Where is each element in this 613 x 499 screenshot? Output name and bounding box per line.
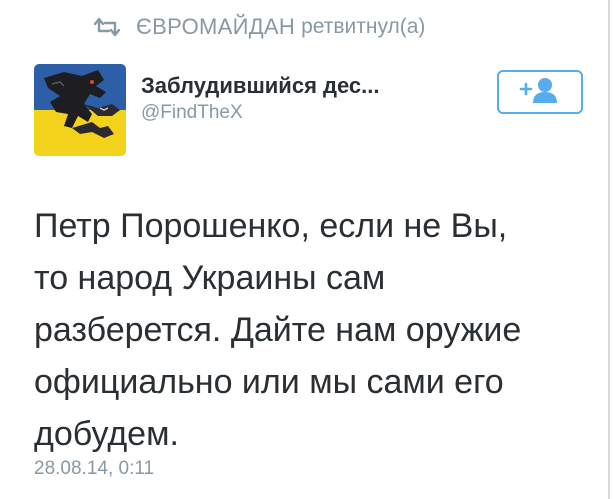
retweet-icon bbox=[92, 16, 122, 38]
tweet-text: Петр Порошенко, если не Вы, то народ Укр… bbox=[34, 207, 522, 453]
author-display-name[interactable]: Заблудившийся дес... bbox=[141, 72, 380, 100]
tweet-timestamp[interactable]: 28.08.14, 0:11 bbox=[34, 458, 154, 480]
avatar[interactable] bbox=[34, 64, 126, 156]
scrollbar-edge bbox=[608, 0, 610, 499]
retweet-action-label: ретвитнул(а) bbox=[301, 15, 426, 38]
add-user-icon bbox=[518, 75, 562, 110]
retweet-context: ЄВРОМАЙДАН ретвитнул(а) bbox=[92, 12, 425, 42]
retweeter-name[interactable]: ЄВРОМАЙДАН bbox=[136, 14, 295, 40]
author-handle[interactable]: @FindTheX bbox=[141, 100, 380, 126]
follow-button[interactable] bbox=[497, 70, 583, 114]
author-info[interactable]: Заблудившийся дес... @FindTheX bbox=[141, 72, 380, 126]
